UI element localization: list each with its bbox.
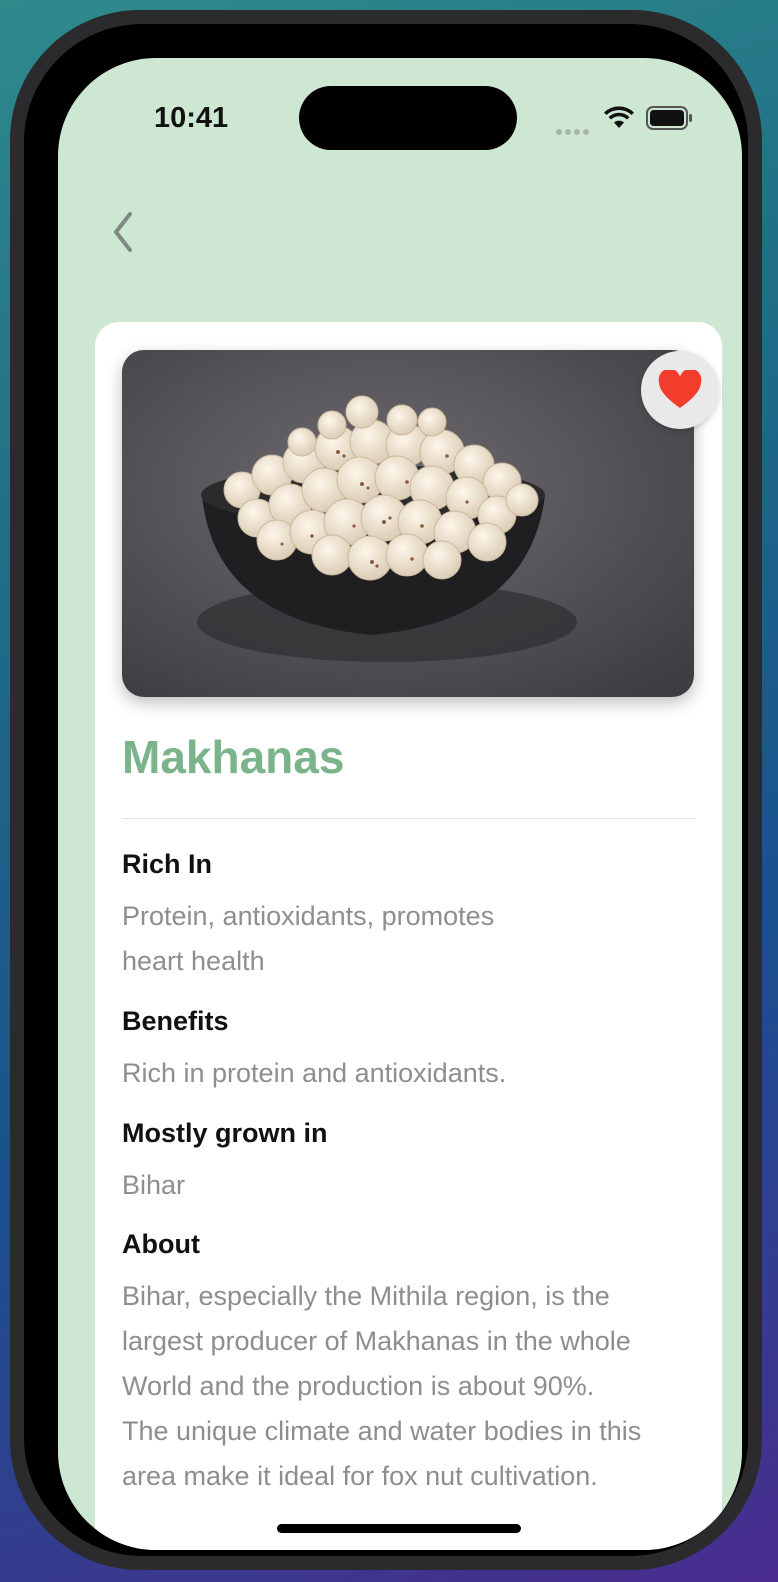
about-text: Bihar, especially the Mithila region, is…	[122, 1281, 642, 1491]
status-time: 10:41	[154, 102, 229, 134]
phone-bezel: 10:41 Makhanas Rich In Protein, antioxid…	[24, 24, 748, 1556]
rich-in-text: Protein, antioxidants, promotes heart he…	[122, 901, 495, 976]
wifi-icon	[604, 106, 634, 128]
grown-in-label: Mostly grown in	[122, 1118, 328, 1148]
favorite-button[interactable]	[641, 351, 719, 429]
chevron-left-icon	[114, 212, 132, 252]
detail-card: Makhanas Rich In Protein, antioxidants, …	[95, 322, 722, 1550]
about-label: About	[122, 1229, 200, 1259]
back-button[interactable]	[102, 202, 154, 262]
benefits-text: Rich in protein and antioxidants.	[122, 1058, 507, 1088]
dynamic-island	[299, 86, 517, 150]
benefits-label: Benefits	[122, 1006, 229, 1036]
grown-in-text: Bihar	[122, 1170, 186, 1200]
app-screen: 10:41 Makhanas Rich In Protein, antioxid…	[58, 58, 742, 1550]
battery-icon	[646, 106, 692, 130]
product-title: Makhanas	[122, 731, 345, 783]
divider	[122, 818, 695, 819]
phone-frame: 10:41 Makhanas Rich In Protein, antioxid…	[10, 10, 762, 1570]
heart-icon	[658, 370, 702, 408]
makhana-bowl-illustration	[122, 350, 694, 697]
home-indicator[interactable]	[277, 1524, 521, 1533]
rich-in-label: Rich In	[122, 849, 213, 879]
product-image	[122, 350, 694, 697]
cellular-signal-icon	[556, 122, 592, 140]
